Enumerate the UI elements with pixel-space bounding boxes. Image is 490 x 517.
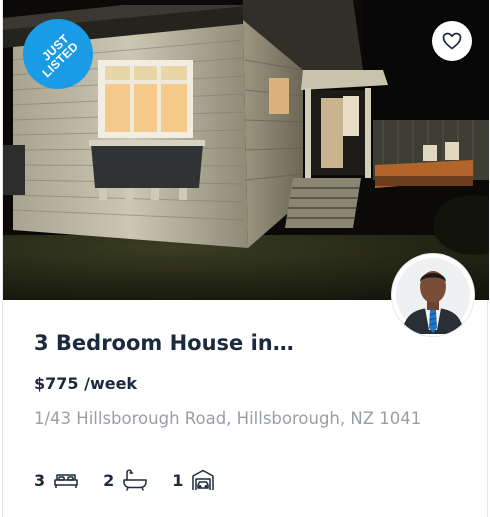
listing-price: $775 /week [34, 374, 138, 393]
listing-card[interactable]: JUST LISTED 3 Bedroom House in… $775 /we… [2, 0, 489, 517]
garages-feature: 1 [172, 469, 215, 491]
listing-title[interactable]: 3 Bedroom House in… [34, 331, 294, 355]
listing-address: 1/43 Hillsborough Road, Hillsborough, NZ… [34, 409, 422, 428]
property-features: 3 2 1 [34, 466, 239, 494]
agent-photo [392, 254, 474, 336]
bathtub-icon [123, 469, 148, 491]
garage-icon [192, 469, 215, 490]
heart-outline-icon [442, 32, 462, 50]
bed-icon [54, 474, 78, 488]
bathrooms-count: 2 [103, 470, 115, 490]
favorite-button[interactable] [432, 21, 472, 61]
bedrooms-count: 3 [34, 470, 46, 490]
just-listed-badge: JUST LISTED [23, 19, 93, 89]
agent-avatar[interactable] [392, 254, 474, 336]
listing-photo[interactable]: JUST LISTED [3, 0, 489, 300]
bedrooms-feature: 3 [34, 471, 79, 490]
bathrooms-feature: 2 [103, 469, 148, 491]
garages-count: 1 [172, 470, 184, 490]
